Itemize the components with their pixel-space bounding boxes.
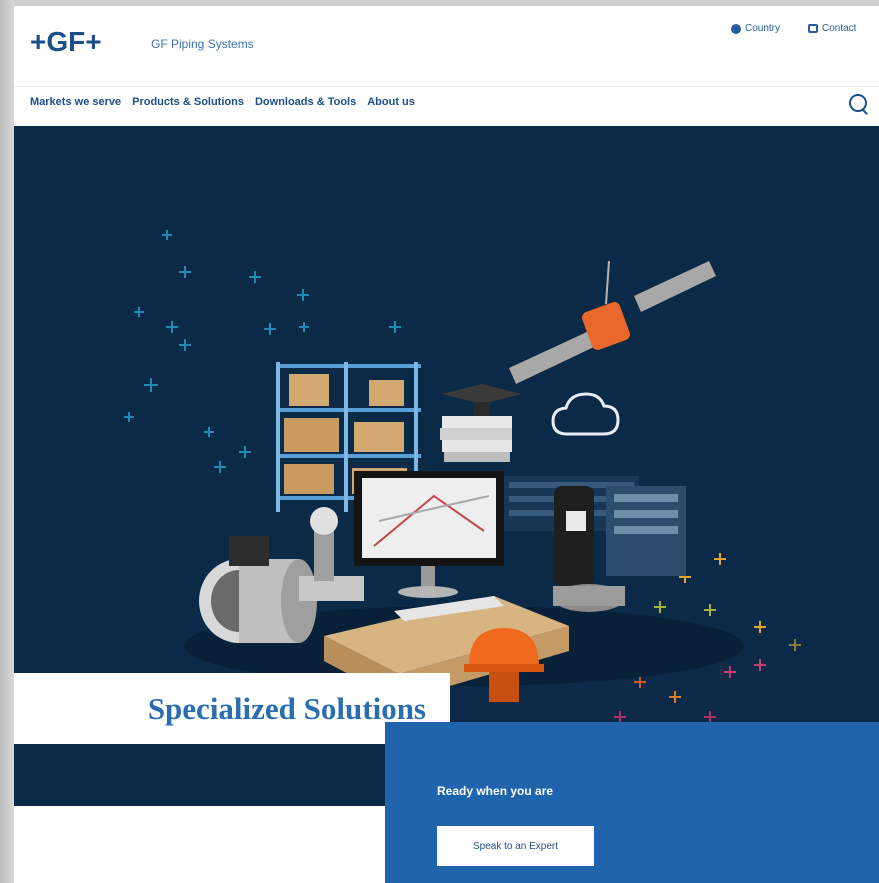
country-label: Country bbox=[745, 23, 781, 34]
search-icon[interactable] bbox=[849, 94, 867, 112]
site-header: +GF+ GF Piping Systems Country Contact bbox=[14, 6, 879, 86]
hero-bottom-navy bbox=[14, 744, 385, 806]
brand-subtitle: GF Piping Systems bbox=[151, 37, 254, 51]
gf-logo[interactable]: +GF+ bbox=[30, 26, 102, 58]
cloud-icon bbox=[551, 392, 620, 436]
contact-icon bbox=[808, 24, 818, 33]
contact-label: Contact bbox=[822, 23, 857, 34]
nav-item-about[interactable]: About us bbox=[367, 96, 415, 108]
cta-panel: Ready when you are Speak to an Expert bbox=[385, 722, 879, 883]
server-icon bbox=[504, 476, 686, 576]
screenshot-frame: +GF+ GF Piping Systems Country Contact M… bbox=[0, 0, 879, 883]
left-edge-shadow bbox=[0, 0, 14, 883]
bottom-white-area bbox=[14, 806, 385, 883]
web-page: +GF+ GF Piping Systems Country Contact M… bbox=[14, 6, 879, 883]
globe-icon bbox=[731, 23, 741, 34]
speak-to-expert-button[interactable]: Speak to an Expert bbox=[437, 826, 594, 866]
country-selector[interactable]: Country bbox=[731, 23, 780, 34]
satellite-icon bbox=[509, 260, 716, 384]
monitor-icon bbox=[354, 471, 504, 621]
nav-item-products[interactable]: Products & Solutions bbox=[132, 96, 244, 108]
contact-link[interactable]: Contact bbox=[808, 23, 856, 34]
books-icon bbox=[440, 384, 522, 462]
nav-divider bbox=[14, 86, 879, 87]
nav-item-downloads[interactable]: Downloads & Tools bbox=[255, 96, 356, 108]
hero-banner: Specialized Solutions bbox=[14, 126, 879, 806]
cta-text: Ready when you are bbox=[437, 784, 554, 798]
nav-item-markets[interactable]: Markets we serve bbox=[30, 96, 121, 108]
main-navigation: Markets we serve Products & Solutions Do… bbox=[30, 96, 415, 108]
